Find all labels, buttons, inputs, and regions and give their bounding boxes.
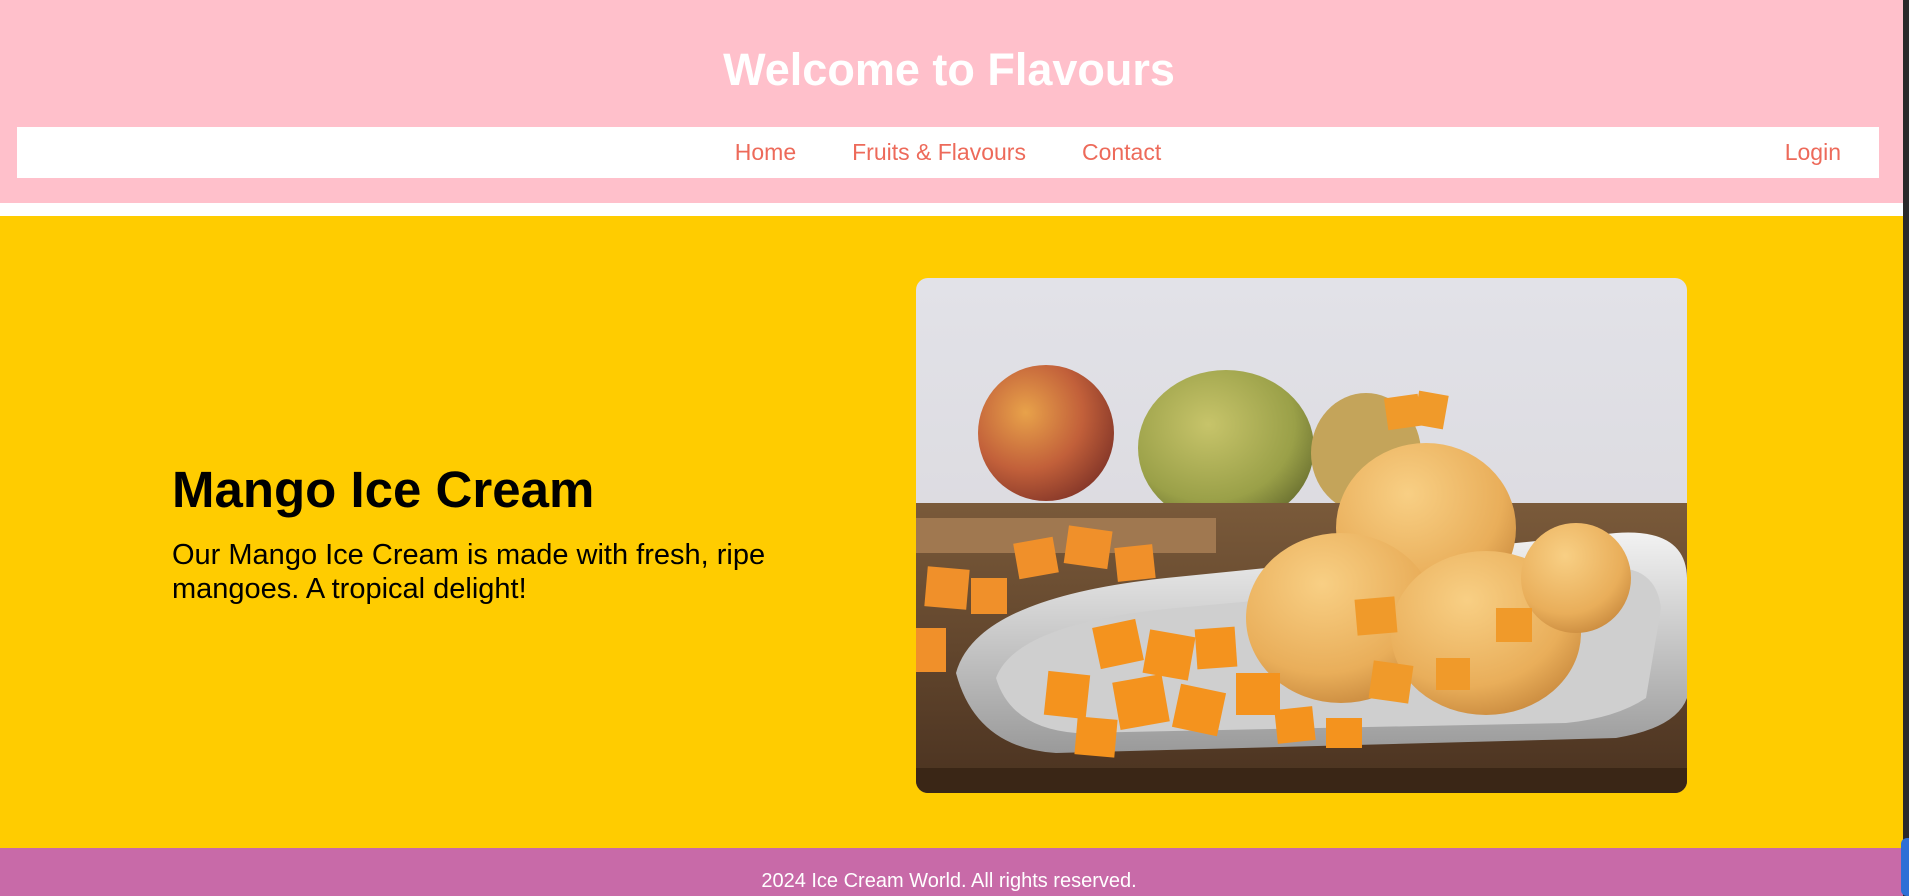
nav-link-home[interactable]: Home	[735, 127, 796, 178]
hero-title: Mango Ice Cream	[172, 461, 595, 518]
navbar: Home Fruits & Flavours Contact Login	[17, 127, 1879, 178]
mango-ice-cream-image	[916, 278, 1687, 793]
site-header: Welcome to Flavours Home Fruits & Flavou…	[0, 0, 1903, 203]
footer-copyright: 2024 Ice Cream World. All rights reserve…	[761, 870, 1137, 892]
nav-link-fruits-flavours[interactable]: Fruits & Flavours	[852, 127, 1026, 178]
login-link[interactable]: Login	[1785, 127, 1841, 178]
hero-description: Our Mango Ice Cream is made with fresh, …	[172, 539, 766, 605]
nav-links: Home Fruits & Flavours Contact	[17, 127, 1879, 178]
scrollbar[interactable]	[1903, 0, 1909, 896]
scroll-thumb[interactable]	[1901, 838, 1909, 896]
nav-link-contact[interactable]: Contact	[1082, 127, 1161, 178]
site-title: Welcome to Flavours	[723, 44, 1175, 95]
page: Welcome to Flavours Home Fruits & Flavou…	[0, 0, 1909, 896]
hero-section: Mango Ice Cream Our Mango Ice Cream is m…	[0, 216, 1903, 848]
site-footer: 2024 Ice Cream World. All rights reserve…	[0, 848, 1903, 896]
